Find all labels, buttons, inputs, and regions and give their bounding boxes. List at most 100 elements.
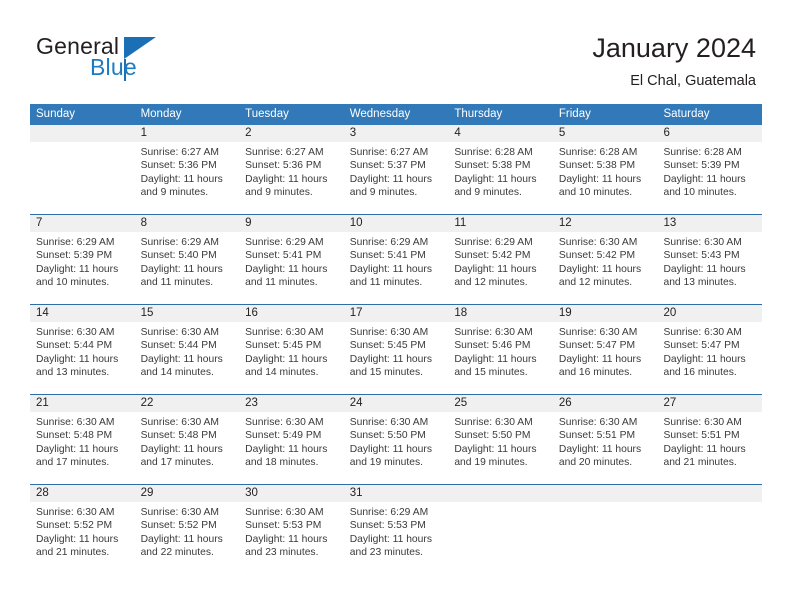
day-cell-15[interactable]: 15 Sunrise: 6:30 AM Sunset: 5:44 PM Dayligh… xyxy=(134,305,240,394)
day-info-line: Sunset: 5:52 PM xyxy=(36,520,113,532)
day-info-line: Sunrise: 6:30 AM xyxy=(36,507,115,518)
day-info-line: and 11 minutes. xyxy=(140,277,214,289)
day-info-line: and 17 minutes. xyxy=(140,457,214,469)
day-sun-info: Sunrise: 6:30 AM Sunset: 5:48 PM Daylight:… xyxy=(135,412,240,470)
day-sun-info: Sunrise: 6:30 AM Sunset: 5:52 PM Daylight:… xyxy=(135,502,240,560)
day-info-line: Sunrise: 6:30 AM xyxy=(558,237,638,248)
day-cell-24[interactable]: 24 Sunrise: 6:30 AM Sunset: 5:50 PM Dayligh… xyxy=(343,395,449,484)
day-cell-empty xyxy=(30,125,135,214)
day-info-line: Sunset: 5:37 PM xyxy=(349,160,426,172)
day-number: 2 xyxy=(239,125,344,142)
day-number: 31 xyxy=(343,485,449,502)
day-info-line: Daylight: 11 hours xyxy=(36,533,119,545)
day-cell-8[interactable]: 8 Sunrise: 6:29 AM Sunset: 5:40 PM Daylight… xyxy=(134,215,240,304)
day-info-line: Daylight: 11 hours xyxy=(36,353,119,365)
day-cell-28[interactable]: 28 Sunrise: 6:30 AM Sunset: 5:52 PM Dayligh… xyxy=(30,485,135,574)
day-cell-26[interactable]: 26 Sunrise: 6:30 AM Sunset: 5:51 PM Dayligh… xyxy=(552,395,658,484)
day-number: 17 xyxy=(343,305,449,322)
day-info-line: and 23 minutes. xyxy=(245,547,319,559)
day-cell-13[interactable]: 13 Sunrise: 6:30 AM Sunset: 5:43 PM Dayligh… xyxy=(657,215,763,304)
day-info-line: Daylight: 11 hours xyxy=(454,263,537,275)
day-cell-22[interactable]: 22 Sunrise: 6:30 AM Sunset: 5:48 PM Dayligh… xyxy=(134,395,240,484)
day-cell-6[interactable]: 6 Sunrise: 6:28 AM Sunset: 5:39 PM Daylight… xyxy=(657,125,763,214)
day-cell-1[interactable]: 1 Sunrise: 6:27 AM Sunset: 5:36 PM Daylight… xyxy=(134,125,240,214)
day-info-line: Daylight: 11 hours xyxy=(454,353,537,365)
day-info-line: Sunset: 5:41 PM xyxy=(349,250,426,262)
day-info-line: Sunrise: 6:30 AM xyxy=(36,327,115,338)
day-sun-info: Sunrise: 6:30 AM Sunset: 5:44 PM Daylight:… xyxy=(135,322,240,380)
day-cell-12[interactable]: 12 Sunrise: 6:30 AM Sunset: 5:42 PM Dayligh… xyxy=(552,215,658,304)
day-cell-31[interactable]: 31 Sunrise: 6:29 AM Sunset: 5:53 PM Dayligh… xyxy=(343,485,449,574)
day-cell-30[interactable]: 30 Sunrise: 6:30 AM Sunset: 5:53 PM Dayligh… xyxy=(239,485,344,574)
day-number: 8 xyxy=(134,215,240,232)
day-info-line: Daylight: 11 hours xyxy=(663,353,746,365)
day-sun-info: Sunrise: 6:28 AM Sunset: 5:38 PM Daylight:… xyxy=(448,142,553,200)
day-cell-14[interactable]: 14 Sunrise: 6:30 AM Sunset: 5:44 PM Dayligh… xyxy=(30,305,135,394)
day-cell-25[interactable]: 25 Sunrise: 6:30 AM Sunset: 5:50 PM Dayligh… xyxy=(448,395,553,484)
day-cell-2[interactable]: 2 Sunrise: 6:27 AM Sunset: 5:36 PM Daylight… xyxy=(239,125,344,214)
day-number: 5 xyxy=(552,125,658,142)
day-cell-29[interactable]: 29 Sunrise: 6:30 AM Sunset: 5:52 PM Dayligh… xyxy=(134,485,240,574)
day-cell-17[interactable]: 17 Sunrise: 6:30 AM Sunset: 5:45 PM Dayligh… xyxy=(343,305,449,394)
day-info-line: Daylight: 11 hours xyxy=(454,173,537,185)
day-info-line: Sunrise: 6:28 AM xyxy=(663,147,742,158)
day-cell-16[interactable]: 16 Sunrise: 6:30 AM Sunset: 5:45 PM Dayligh… xyxy=(239,305,344,394)
day-number: 13 xyxy=(657,215,763,232)
day-sun-info: Sunrise: 6:30 AM Sunset: 5:42 PM Daylight:… xyxy=(553,232,658,290)
day-info-line: Sunrise: 6:30 AM xyxy=(245,327,324,338)
day-info-line: Sunrise: 6:29 AM xyxy=(245,237,324,248)
day-cell-27[interactable]: 27 Sunrise: 6:30 AM Sunset: 5:51 PM Dayligh… xyxy=(657,395,763,484)
day-info-line: Sunset: 5:46 PM xyxy=(454,340,531,352)
day-info-line: and 9 minutes. xyxy=(454,187,522,199)
day-info-line: Daylight: 11 hours xyxy=(245,353,328,365)
day-info-line: Sunrise: 6:30 AM xyxy=(663,327,742,338)
day-info-line: and 16 minutes. xyxy=(558,367,633,379)
day-info-line: Sunrise: 6:30 AM xyxy=(140,327,219,338)
day-info-line: and 12 minutes. xyxy=(558,277,633,289)
day-number: 28 xyxy=(30,485,135,502)
day-cell-11[interactable]: 11 Sunrise: 6:29 AM Sunset: 5:42 PM Dayligh… xyxy=(448,215,553,304)
day-number: 9 xyxy=(239,215,344,232)
day-info-line: and 18 minutes. xyxy=(245,457,319,469)
day-number: 7 xyxy=(30,215,135,232)
calendar-grid: Sunday Monday Tuesday Wednesday Thursday Frid… xyxy=(30,104,763,574)
day-info-line: and 14 minutes. xyxy=(140,367,214,379)
day-number: 25 xyxy=(448,395,553,412)
day-info-line: Sunset: 5:38 PM xyxy=(454,160,531,172)
day-info-line: and 23 minutes. xyxy=(349,547,424,559)
day-info-line: and 11 minutes. xyxy=(349,277,423,289)
day-info-line: Daylight: 11 hours xyxy=(663,263,746,275)
day-sun-info: Sunrise: 6:30 AM Sunset: 5:48 PM Daylight:… xyxy=(30,412,135,470)
calendar-page: General Blue January 2024 El Chal, Guate… xyxy=(0,0,792,612)
general-blue-logo[interactable]: General Blue xyxy=(36,33,206,89)
day-info-line: and 19 minutes. xyxy=(454,457,528,469)
day-cell-23[interactable]: 23 Sunrise: 6:30 AM Sunset: 5:49 PM Dayligh… xyxy=(239,395,344,484)
day-cell-19[interactable]: 19 Sunrise: 6:30 AM Sunset: 5:47 PM Dayligh… xyxy=(552,305,658,394)
day-info-line: and 11 minutes. xyxy=(245,277,318,289)
weekday-header-friday: Friday xyxy=(558,108,591,120)
day-info-line: Daylight: 11 hours xyxy=(349,173,432,185)
day-info-line: Sunset: 5:53 PM xyxy=(349,520,426,532)
weekday-header-row: Sunday Monday Tuesday Wednesday Thursday Frid… xyxy=(30,104,762,125)
day-sun-info: Sunrise: 6:30 AM Sunset: 5:46 PM Daylight:… xyxy=(448,322,553,380)
day-cell-9[interactable]: 9 Sunrise: 6:29 AM Sunset: 5:41 PM Daylight… xyxy=(239,215,344,304)
day-sun-info: Sunrise: 6:30 AM Sunset: 5:50 PM Daylight:… xyxy=(448,412,553,470)
day-cell-10[interactable]: 10 Sunrise: 6:29 AM Sunset: 5:41 PM Dayligh… xyxy=(343,215,449,304)
day-info-line: and 21 minutes. xyxy=(663,457,737,469)
day-cell-7[interactable]: 7 Sunrise: 6:29 AM Sunset: 5:39 PM Daylight… xyxy=(30,215,135,304)
day-info-line: and 15 minutes. xyxy=(454,367,528,379)
day-number: 16 xyxy=(239,305,344,322)
week-days: 14 Sunrise: 6:30 AM Sunset: 5:44 PM Dayligh… xyxy=(30,305,763,394)
day-cell-20[interactable]: 20 Sunrise: 6:30 AM Sunset: 5:47 PM Dayligh… xyxy=(657,305,763,394)
day-cell-4[interactable]: 4 Sunrise: 6:28 AM Sunset: 5:38 PM Daylight… xyxy=(448,125,553,214)
day-cell-3[interactable]: 3 Sunrise: 6:27 AM Sunset: 5:37 PM Daylight… xyxy=(343,125,449,214)
day-info-line: and 22 minutes. xyxy=(140,547,214,559)
day-info-line: Daylight: 11 hours xyxy=(245,173,328,185)
weekday-header-wednesday: Wednesday xyxy=(349,108,411,120)
weekday-header-thursday: Thursday xyxy=(454,108,503,120)
day-info-line: Daylight: 11 hours xyxy=(245,443,328,455)
day-cell-5[interactable]: 5 Sunrise: 6:28 AM Sunset: 5:38 PM Daylight… xyxy=(552,125,658,214)
day-cell-18[interactable]: 18 Sunrise: 6:30 AM Sunset: 5:46 PM Dayligh… xyxy=(448,305,553,394)
day-cell-21[interactable]: 21 Sunrise: 6:30 AM Sunset: 5:48 PM Dayligh… xyxy=(30,395,135,484)
day-info-line: Sunset: 5:51 PM xyxy=(663,430,740,442)
